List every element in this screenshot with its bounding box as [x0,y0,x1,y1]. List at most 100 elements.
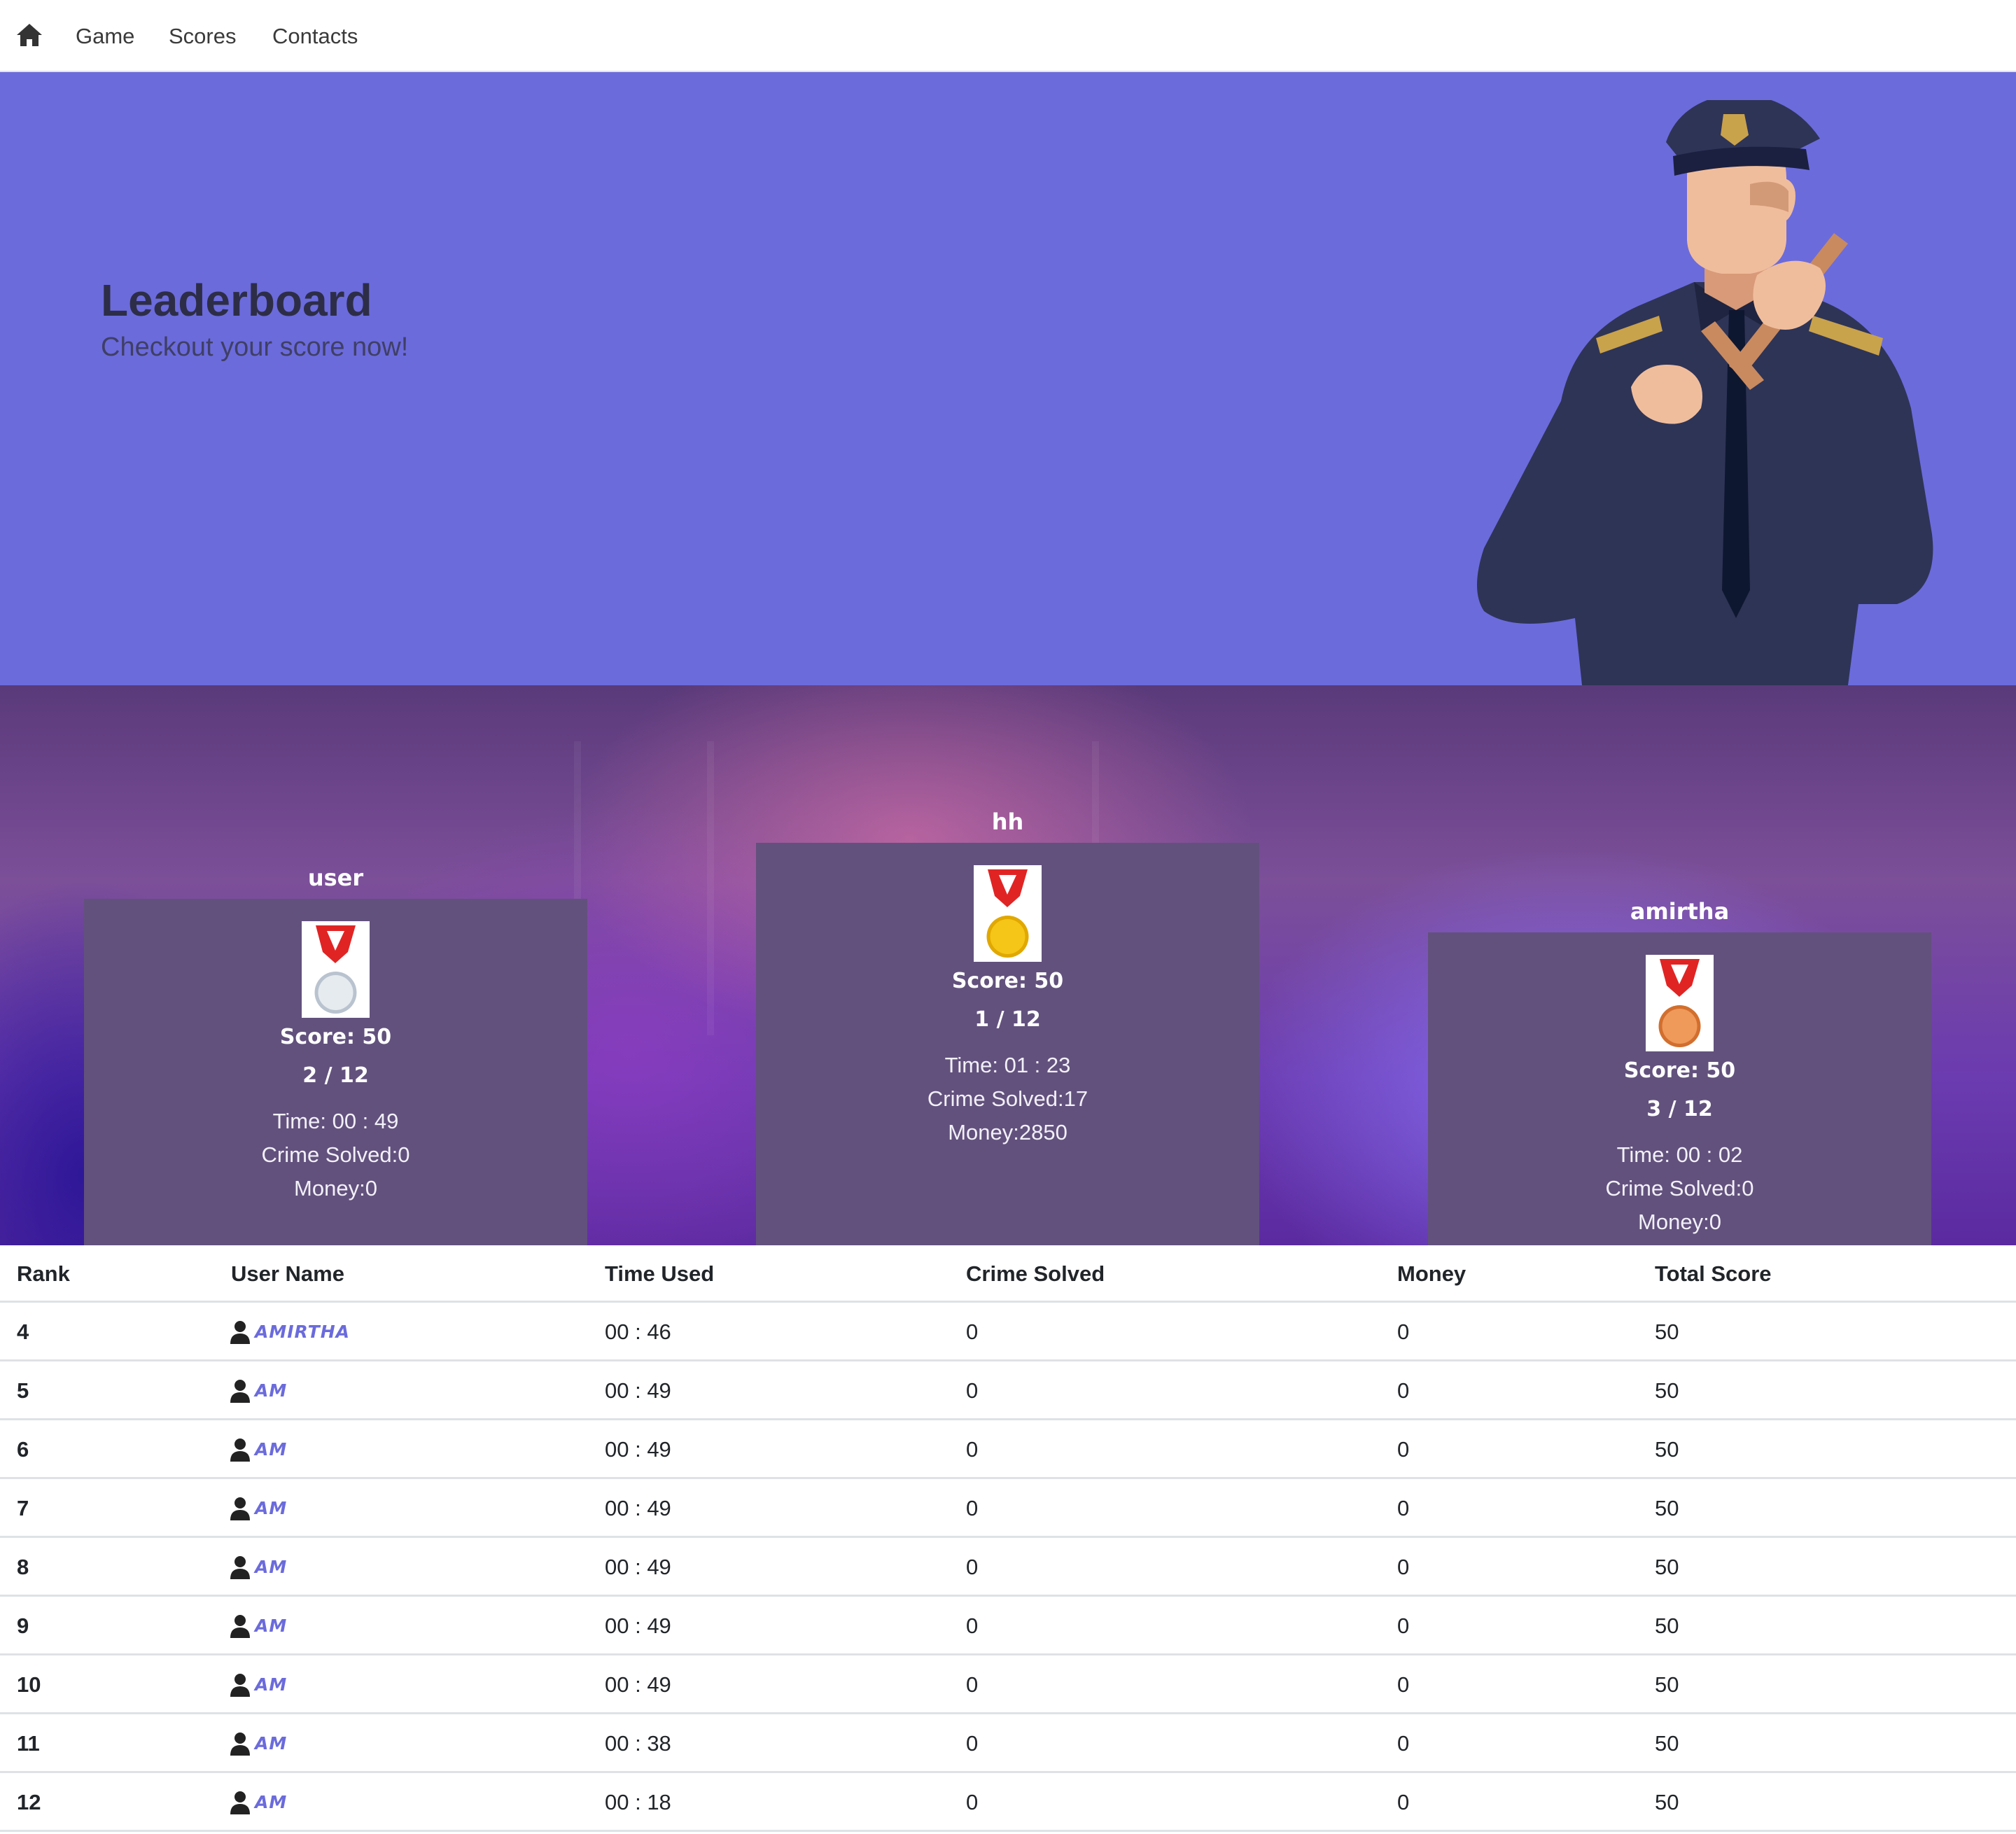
table-row: 12 AM 00 : 18 0 0 50 [0,1773,2016,1832]
background-light-streak [707,741,714,1035]
podium-money: Money:0 [294,1176,377,1200]
home-icon[interactable] [15,21,43,49]
user-name-label: AM [255,1733,288,1754]
user-name-link[interactable]: AM [230,1420,287,1479]
time-used-cell: 00 : 18 [605,1790,671,1814]
user-name-label: AM [255,1792,288,1812]
money-cell: 0 [1397,1378,1410,1403]
podium-crime-solved: Crime Solved:0 [261,1142,410,1167]
gold-medal-icon [974,865,1042,962]
money-cell: 0 [1397,1614,1410,1638]
nav-link-game[interactable]: Game [76,21,134,52]
podium-rank: 3 / 12 [1646,1097,1713,1121]
table-row: 8 AM 00 : 49 0 0 50 [0,1538,2016,1597]
rank-cell: 4 [17,1320,29,1344]
podium-money: Money:2850 [948,1120,1068,1144]
podium-score: Score: 50 [1623,1058,1736,1083]
rank-cell: 6 [17,1437,29,1462]
user-icon [230,1497,250,1520]
money-cell: 0 [1397,1320,1410,1344]
money-cell: 0 [1397,1555,1410,1579]
user-name-link[interactable]: AM [230,1773,287,1832]
user-name-link[interactable]: AM [230,1714,287,1773]
user-name-label: AM [255,1439,288,1460]
money-cell: 0 [1397,1496,1410,1520]
column-header-total-score: Total Score [1655,1261,1772,1286]
rank-cell: 9 [17,1614,29,1638]
table-row: 4 AMIRTHA 00 : 46 0 0 50 [0,1303,2016,1362]
page-subtitle: Checkout your score now! [101,332,409,362]
podium-crime-solved: Crime Solved:0 [1605,1176,1754,1200]
user-icon [230,1615,250,1638]
podium-time: Time: 01 : 23 [944,1053,1071,1077]
user-name-link[interactable]: AMIRTHA [230,1303,350,1362]
total-score-cell: 50 [1655,1437,1679,1462]
column-header-user-name: User Name [231,1261,344,1286]
user-name-label: AM [255,1557,288,1577]
time-used-cell: 00 : 49 [605,1672,671,1697]
money-cell: 0 [1397,1731,1410,1756]
user-name-label: AM [255,1674,288,1695]
user-icon [230,1438,250,1462]
podium-name-third: amirtha [1630,898,1730,925]
total-score-cell: 50 [1655,1731,1679,1756]
column-header-time-used: Time Used [605,1261,715,1286]
podium-score: Score: 50 [951,969,1064,993]
police-officer-illustration [1477,100,1933,685]
user-icon [230,1791,250,1814]
crime-solved-cell: 0 [966,1320,979,1344]
podium-card-first: Score: 50 1 / 12 Time: 01 : 23 Crime Sol… [756,843,1259,1245]
crime-solved-cell: 0 [966,1731,979,1756]
rank-cell: 12 [17,1790,41,1814]
nav-link-contacts[interactable]: Contacts [272,21,358,52]
column-header-crime-solved: Crime Solved [966,1261,1105,1286]
user-name-link[interactable]: AM [230,1538,287,1597]
crime-solved-cell: 0 [966,1437,979,1462]
total-score-cell: 50 [1655,1614,1679,1638]
podium-rank: 2 / 12 [302,1063,369,1088]
user-name-link[interactable]: AM [230,1656,287,1714]
user-name-label: AM [255,1498,288,1518]
crime-solved-cell: 0 [966,1555,979,1579]
crime-solved-cell: 0 [966,1790,979,1814]
rank-cell: 5 [17,1378,29,1403]
podium-rank: 1 / 12 [974,1007,1041,1032]
podium-section: user Score: 50 2 / 12 Time: 00 : 49 Crim… [0,685,2016,1245]
crime-solved-cell: 0 [966,1614,979,1638]
rank-cell: 8 [17,1555,29,1579]
crime-solved-cell: 0 [966,1496,979,1520]
rank-cell: 10 [17,1672,41,1697]
user-icon [230,1321,250,1344]
user-icon [230,1556,250,1579]
podium-name-first: hh [991,808,1024,835]
nav-link-scores[interactable]: Scores [169,21,236,52]
table-row: 10 AM 00 : 49 0 0 50 [0,1656,2016,1714]
silver-medal-icon [302,921,370,1018]
total-score-cell: 50 [1655,1378,1679,1403]
user-icon [230,1674,250,1697]
column-header-rank: Rank [17,1261,70,1286]
user-icon [230,1380,250,1403]
total-score-cell: 50 [1655,1555,1679,1579]
user-name-link[interactable]: AM [230,1597,287,1656]
page-title: Leaderboard [101,275,372,326]
user-name-label: AM [255,1616,288,1636]
podium-time: Time: 00 : 49 [272,1109,399,1133]
crime-solved-cell: 0 [966,1672,979,1697]
bronze-medal-icon [1646,955,1714,1051]
table-row: 5 AM 00 : 49 0 0 50 [0,1362,2016,1420]
table-row: 9 AM 00 : 49 0 0 50 [0,1597,2016,1656]
table-row: 11 AM 00 : 38 0 0 50 [0,1714,2016,1773]
hero-banner: Leaderboard Checkout your score now! [0,72,2016,685]
time-used-cell: 00 : 49 [605,1437,671,1462]
money-cell: 0 [1397,1790,1410,1814]
user-name-link[interactable]: AM [230,1479,287,1538]
user-name-label: AM [255,1380,288,1401]
podium-money: Money:0 [1638,1210,1721,1234]
time-used-cell: 00 : 49 [605,1555,671,1579]
total-score-cell: 50 [1655,1790,1679,1814]
total-score-cell: 50 [1655,1496,1679,1520]
user-name-link[interactable]: AM [230,1362,287,1420]
podium-card-third: Score: 50 3 / 12 Time: 00 : 02 Crime Sol… [1428,932,1931,1245]
time-used-cell: 00 : 38 [605,1731,671,1756]
